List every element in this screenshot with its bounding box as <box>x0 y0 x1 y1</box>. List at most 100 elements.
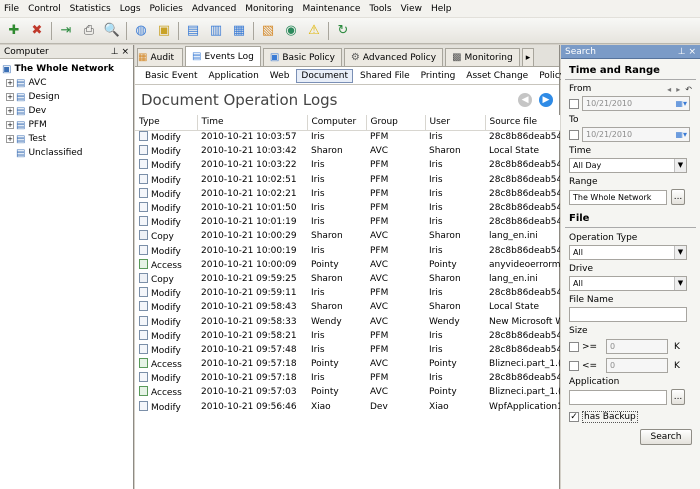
table-row[interactable]: Modify 2010-10-21 09:57:18 Iris PFM Iris 28c8… <box>135 371 560 385</box>
column-header-group[interactable]: Group <box>366 115 426 131</box>
table-row[interactable]: Modify 2010-10-21 10:02:51 Iris PFM Iris 28c8… <box>135 173 560 187</box>
calendar-icon[interactable]: ▦▾ <box>675 99 689 108</box>
table-row[interactable]: Modify 2010-10-21 10:03:57 Iris PFM Iris 28c8… <box>135 130 560 144</box>
operation-type-select[interactable]: All ▼ <box>569 245 687 260</box>
menu-tools[interactable]: Tools <box>369 4 391 14</box>
menu-statistics[interactable]: Statistics <box>70 4 111 14</box>
tree-item-design[interactable]: + ▤ Design <box>2 90 131 104</box>
search-button[interactable]: Search <box>640 429 692 445</box>
tab-basic-event[interactable]: Basic Event <box>141 70 201 82</box>
table-row[interactable]: Modify 2010-10-21 10:01:19 Iris PFM Iris 28c8… <box>135 215 560 229</box>
size-ge-checkbox[interactable] <box>569 341 579 352</box>
to-date-checkbox[interactable] <box>569 129 579 140</box>
reset-date-icon[interactable]: ↶ <box>685 85 692 94</box>
from-date-field[interactable]: 10/21/2010 ▦▾ <box>582 96 690 111</box>
print-preview-icon[interactable]: 🔍 <box>102 21 122 41</box>
tab-advanced-policy[interactable]: ⚙ Advanced Policy <box>343 48 444 66</box>
menu-logs[interactable]: Logs <box>120 4 141 14</box>
tree-root[interactable]: ▣ The Whole Network <box>2 62 131 76</box>
tab-application[interactable]: Application <box>204 70 262 82</box>
expand-icon[interactable]: + <box>6 107 14 115</box>
message-icon[interactable]: ▦ <box>229 21 249 41</box>
pin-close-icon[interactable]: ⊥ × <box>678 47 696 57</box>
application-browse-button[interactable]: ... <box>671 389 685 405</box>
table-row[interactable]: Access 2010-10-21 09:57:18 Pointy AVC Pointy… <box>135 357 560 371</box>
menu-control[interactable]: Control <box>28 4 61 14</box>
table-row[interactable]: Modify 2010-10-21 09:57:48 Iris PFM Iris 28c8… <box>135 343 560 357</box>
file-name-input[interactable] <box>569 307 687 322</box>
globe-icon[interactable]: ◍ <box>131 21 151 41</box>
tree-item-dev[interactable]: + ▤ Dev <box>2 104 131 118</box>
menu-monitoring[interactable]: Monitoring <box>245 4 293 14</box>
delete-icon[interactable]: ✖ <box>27 21 47 41</box>
tab-events-log[interactable]: ▤ Events Log <box>185 46 261 66</box>
expand-icon[interactable]: + <box>6 121 14 129</box>
table-row[interactable]: Modify 2010-10-21 10:02:21 Iris PFM Iris 28c8… <box>135 187 560 201</box>
tab-printing[interactable]: Printing <box>417 70 460 82</box>
tab-audit[interactable]: ▦ Audit <box>137 48 183 66</box>
table-row[interactable]: Modify 2010-10-21 10:03:42 Sharon AVC Sharon… <box>135 144 560 158</box>
tree-item-test[interactable]: + ▤ Test <box>2 132 131 146</box>
expand-icon[interactable]: + <box>6 135 14 143</box>
warning-icon[interactable]: ⚠ <box>304 21 324 41</box>
tree-item-unclassified[interactable]: ▤ Unclassified <box>2 146 131 160</box>
to-date-field[interactable]: 10/21/2010 ▦▾ <box>582 127 690 142</box>
menu-help[interactable]: Help <box>431 4 452 14</box>
report-icon[interactable]: ▧ <box>258 21 278 41</box>
application-input[interactable] <box>569 389 667 405</box>
expand-icon[interactable]: + <box>6 93 14 101</box>
tab-asset-change[interactable]: Asset Change <box>462 70 532 82</box>
column-header-time[interactable]: Time <box>197 115 308 131</box>
column-header-computer[interactable]: Computer <box>307 115 367 131</box>
has-backup-checkbox[interactable]: ✓ <box>569 412 579 422</box>
tab-web[interactable]: Web <box>266 70 294 82</box>
prev-page-icon[interactable]: ◀ <box>518 93 533 107</box>
size-le-checkbox[interactable] <box>569 360 579 371</box>
column-header-source-file[interactable]: Source file <box>485 115 561 131</box>
policy-icon[interactable]: ▤ <box>183 21 203 41</box>
calendar-icon[interactable]: ▦▾ <box>675 130 689 139</box>
table-row[interactable]: Copy 2010-10-21 09:59:25 Sharon AVC Sharon la… <box>135 272 560 286</box>
table-row[interactable]: Modify 2010-10-21 09:58:21 Iris PFM Iris 28c8… <box>135 329 560 343</box>
expand-icon[interactable]: + <box>6 79 14 87</box>
lock-icon[interactable]: ▣ <box>154 21 174 41</box>
drive-select[interactable]: All ▼ <box>569 276 687 291</box>
next-page-icon[interactable]: ▶ <box>539 93 553 107</box>
prev-date-icon[interactable]: ◂ <box>667 85 671 94</box>
menu-policies[interactable]: Policies <box>150 4 183 14</box>
column-header-user[interactable]: User <box>425 115 486 131</box>
range-browse-button[interactable]: ... <box>671 189 685 205</box>
pin-close-icon[interactable]: ⊥ × <box>111 47 129 57</box>
table-row[interactable]: Modify 2010-10-21 10:03:22 Iris PFM Iris 28c8… <box>135 158 560 172</box>
table-row[interactable]: Modify 2010-10-21 10:01:50 Iris PFM Iris 28c8… <box>135 201 560 215</box>
print-icon[interactable]: ⎙ <box>79 21 99 41</box>
table-row[interactable]: Modify 2010-10-21 09:56:46 Xiao Dev Xiao WpfA… <box>135 400 560 414</box>
table-row[interactable]: Modify 2010-10-21 10:00:19 Iris PFM Iris 28c8… <box>135 244 560 258</box>
table-row[interactable]: Modify 2010-10-21 09:59:11 Iris PFM Iris 28c8… <box>135 286 560 300</box>
tab-shared-file[interactable]: Shared File <box>356 70 414 82</box>
next-date-icon[interactable]: ▸ <box>676 85 680 94</box>
menu-file[interactable]: File <box>4 4 19 14</box>
menu-maintenance[interactable]: Maintenance <box>302 4 360 14</box>
tab-monitoring[interactable]: ▩ Monitoring <box>445 48 520 66</box>
from-date-checkbox[interactable] <box>569 98 579 109</box>
add-icon[interactable]: ✚ <box>4 21 24 41</box>
asset-icon[interactable]: ▥ <box>206 21 226 41</box>
time-select[interactable]: All Day ▼ <box>569 158 687 173</box>
refresh-icon[interactable]: ↻ <box>333 21 353 41</box>
column-header-type[interactable]: Type <box>135 115 198 131</box>
size-le-input[interactable]: 0 <box>606 358 668 373</box>
tree-item-avc[interactable]: + ▤ AVC <box>2 76 131 90</box>
table-row[interactable]: Modify 2010-10-21 09:58:33 Wendy AVC Wendy Ne… <box>135 314 560 328</box>
range-field[interactable]: The Whole Network <box>569 189 667 205</box>
import-icon[interactable]: ⇥ <box>56 21 76 41</box>
size-ge-input[interactable]: 0 <box>606 339 668 354</box>
tab-basic-policy[interactable]: ▣ Basic Policy <box>262 48 342 66</box>
tab-document[interactable]: Document <box>296 68 354 83</box>
tab-scroll-right-icon[interactable]: ▸ <box>521 48 535 66</box>
table-row[interactable]: Copy 2010-10-21 10:00:29 Sharon AVC Sharon la… <box>135 229 560 243</box>
menu-advanced[interactable]: Advanced <box>192 4 236 14</box>
table-row[interactable]: Access 2010-10-21 10:00:09 Pointy AVC Pointy… <box>135 258 560 272</box>
tree-item-pfm[interactable]: + ▤ PFM <box>2 118 131 132</box>
table-row[interactable]: Access 2010-10-21 09:57:03 Pointy AVC Pointy… <box>135 385 560 399</box>
